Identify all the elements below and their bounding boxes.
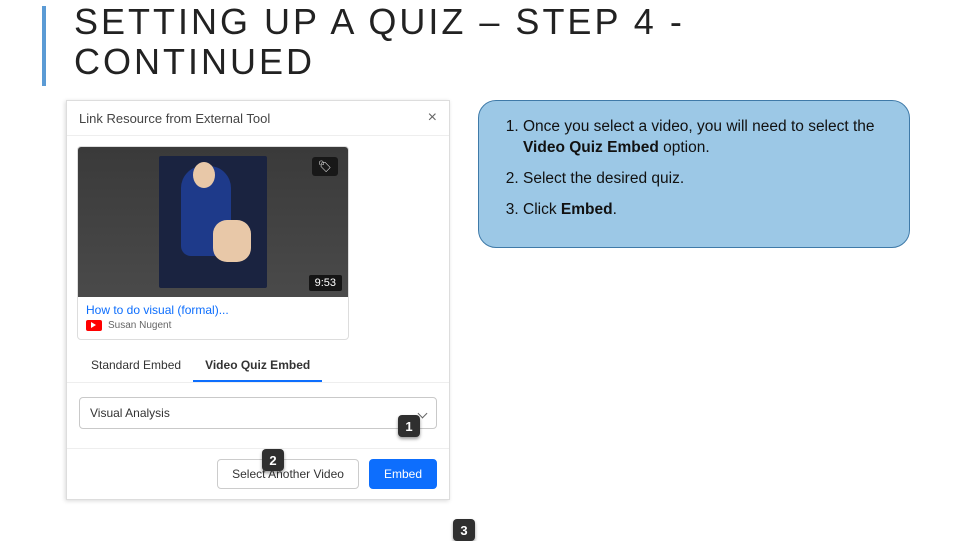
instruction-list: Once you select a video, you will need t… [497,117,891,221]
modal-title: Link Resource from External Tool [79,111,270,126]
instruction-3-bold: Embed [561,201,613,218]
video-channel: Susan Nugent [108,320,171,331]
video-card[interactable]: 🏷 9:53 How to do visual (formal)... Susa… [77,146,349,340]
tab-video-quiz-embed[interactable]: Video Quiz Embed [193,350,322,382]
callout-badge-3: 3 [453,519,475,541]
tab-standard-embed[interactable]: Standard Embed [79,350,193,382]
external-tool-modal: Link Resource from External Tool × 🏷 9:5… [66,100,450,500]
instruction-1-post: option. [659,139,710,156]
accent-bar [42,6,46,86]
select-another-video-button[interactable]: Select Another Video [217,459,359,489]
video-thumbnail: 🏷 9:53 [78,147,348,297]
slide-title: SETTING UP A QUIZ – STEP 4 - CONTINUED [74,2,685,81]
instruction-1-bold: Video Quiz Embed [523,139,659,156]
callout-badge-2: 2 [262,449,284,471]
instruction-item-3: Click Embed. [523,200,891,221]
thumbnail-art [159,156,267,288]
embed-button[interactable]: Embed [369,459,437,489]
instruction-1-pre: Once you select a video, you will need t… [523,118,875,135]
instruction-3-pre: Click [523,201,561,218]
close-icon[interactable]: × [428,109,437,127]
tag-icon: 🏷 [312,157,338,176]
video-title-link[interactable]: How to do visual (formal)... [86,303,340,317]
title-line-1: SETTING UP A QUIZ – STEP 4 - [74,1,685,42]
quiz-select-row: Visual Analysis [67,383,449,429]
instruction-panel: Once you select a video, you will need t… [478,100,910,248]
instruction-3-post: . [613,201,617,218]
callout-badge-1: 1 [398,415,420,437]
quiz-select[interactable]: Visual Analysis [79,397,437,429]
youtube-icon [86,320,102,331]
title-line-2: CONTINUED [74,41,315,82]
video-meta: How to do visual (formal)... Susan Nugen… [78,297,348,339]
instruction-item-1: Once you select a video, you will need t… [523,117,891,159]
quiz-select-value: Visual Analysis [90,406,170,420]
embed-tabs: Standard Embed Video Quiz Embed [67,350,449,383]
instruction-item-2: Select the desired quiz. [523,169,891,190]
video-duration: 9:53 [309,275,342,291]
modal-header: Link Resource from External Tool × [67,101,449,136]
modal-footer: Select Another Video Embed [67,448,449,499]
